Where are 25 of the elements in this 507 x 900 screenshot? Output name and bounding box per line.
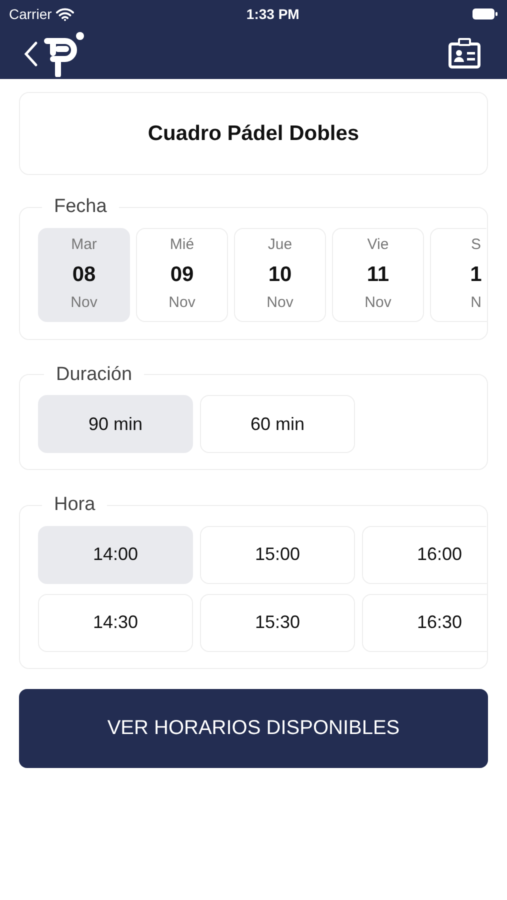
date-option[interactable]: Vie 11 Nov — [332, 228, 424, 322]
title-text: Cuadro Pádel Dobles — [148, 120, 360, 147]
section-title: Hora — [53, 493, 96, 517]
time-option[interactable]: 14:00 — [38, 526, 193, 584]
logo-icon — [44, 30, 86, 76]
wifi-icon — [56, 8, 74, 20]
back-icon[interactable] — [24, 40, 38, 66]
duration-option[interactable]: 90 min — [38, 395, 193, 453]
date-option[interactable]: S 1 N — [430, 228, 487, 322]
date-option[interactable]: Jue 10 Nov — [234, 228, 326, 322]
time-option[interactable]: 14:30 — [38, 594, 193, 652]
date-option[interactable]: Mié 09 Nov — [136, 228, 228, 322]
date-option[interactable]: Mar 08 Nov — [38, 228, 130, 322]
clock-time: 1:33 PM — [246, 4, 300, 24]
show-schedules-button[interactable]: VER HORARIOS DISPONIBLES — [19, 688, 488, 768]
id-card-icon[interactable] — [448, 38, 481, 69]
section-title: Fecha — [53, 195, 108, 219]
time-option[interactable]: 16:00 — [362, 526, 487, 584]
time-option[interactable]: 16:30 — [362, 594, 487, 652]
time-option[interactable]: 15:00 — [200, 526, 355, 584]
duration-option[interactable]: 60 min — [200, 395, 355, 453]
carrier-label: Carrier — [9, 4, 52, 24]
battery-icon — [472, 8, 498, 20]
section-title: Duración — [55, 362, 134, 386]
time-option[interactable]: 15:30 — [200, 594, 355, 652]
